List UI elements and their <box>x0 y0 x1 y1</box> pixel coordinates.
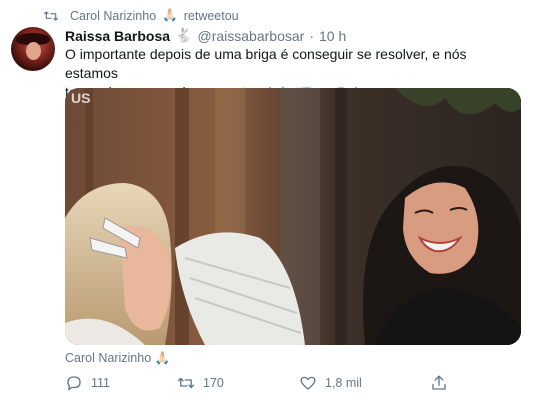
like-button[interactable]: 1,8 mil <box>299 374 362 392</box>
tweet-media[interactable]: US <box>65 88 521 345</box>
media-credit-name[interactable]: Carol Narizinho <box>65 351 151 365</box>
retweet-context: Carol Narizinho 🙏🏻 retweetou <box>44 8 239 23</box>
timestamp[interactable]: 10 h <box>319 28 346 44</box>
retweet-icon <box>177 377 195 389</box>
like-count: 1,8 mil <box>325 376 362 390</box>
media-overlay-text: US <box>71 90 91 106</box>
retweeter-name[interactable]: Carol Narizinho <box>70 9 156 23</box>
share-button[interactable] <box>430 374 448 392</box>
tweet-actions: 111 170 1,8 mil <box>65 374 465 396</box>
retweeter-emoji: 🙏🏻 <box>162 8 178 22</box>
share-icon <box>432 375 446 390</box>
retweet-button[interactable]: 170 <box>177 374 224 392</box>
reply-count: 111 <box>91 376 111 390</box>
avatar[interactable] <box>11 27 55 71</box>
media-credit-emoji: 🙏🏻 <box>154 351 171 365</box>
handle[interactable]: @raissabarbosar <box>198 28 305 44</box>
name-emoji: 🐇 <box>175 27 193 43</box>
reply-button[interactable]: 111 <box>65 374 110 392</box>
media-credit: Carol Narizinho 🙏🏻 <box>65 351 170 366</box>
retweet-icon <box>44 10 58 21</box>
retweet-count: 170 <box>203 376 224 390</box>
tweet-header: Raissa Barbosa 🐇 @raissabarbosar · 10 h <box>65 27 346 44</box>
media-photo <box>65 88 521 345</box>
display-name[interactable]: Raissa Barbosa <box>65 28 170 44</box>
reply-icon <box>67 376 81 391</box>
retweet-action-label: retweetou <box>183 8 239 23</box>
heart-icon <box>300 376 316 390</box>
separator: · <box>309 27 314 44</box>
tweet-text-line1: O importante depois de uma briga é conse… <box>65 46 467 81</box>
